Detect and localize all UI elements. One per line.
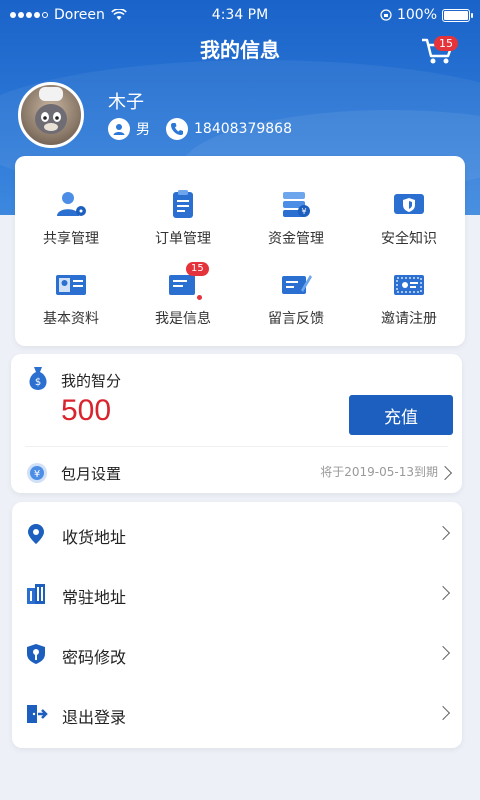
grid-item-invite-register[interactable]: 邀请注册 (353, 270, 465, 328)
money-bag-icon: $ (29, 367, 47, 390)
status-bar: Doreen 4:34 PM 100% (0, 0, 480, 30)
svg-text:$: $ (35, 377, 41, 388)
feedback-icon (279, 270, 313, 300)
chevron-right-icon[interactable] (437, 465, 453, 481)
menu-item-shipping-address[interactable]: 收货地址 (12, 504, 462, 564)
grid-label: 共享管理 (43, 231, 99, 247)
grid-item-messages[interactable]: 15 我是信息 (127, 262, 239, 328)
location-pin-icon (28, 524, 44, 544)
points-value: 500 (61, 394, 112, 427)
grid-item-feedback[interactable]: 留言反馈 (240, 270, 352, 328)
menu-item-logout[interactable]: 退出登录 (12, 684, 462, 744)
grid-item-share-management[interactable]: 共享管理 (15, 190, 127, 248)
battery-percent: 100% (396, 7, 437, 23)
grid-label: 安全知识 (381, 231, 437, 247)
grid-item-security-knowledge[interactable]: 安全知识 (353, 190, 465, 248)
cart-badge: 15 (434, 36, 458, 51)
menu-item-resident-address[interactable]: 常驻地址 (12, 564, 462, 624)
grid-item-basic-profile[interactable]: 基本资料 (15, 270, 127, 328)
avatar-cat-icon (35, 87, 67, 134)
gender-icon (108, 118, 130, 140)
chevron-right-icon (435, 525, 451, 541)
svg-text:¥: ¥ (34, 469, 40, 480)
menu-item-change-password[interactable]: 密码修改 (12, 624, 462, 684)
page-title: 我的信息 (200, 38, 280, 62)
grid-label: 留言反馈 (268, 311, 324, 327)
rotation-lock-icon (380, 9, 392, 21)
password-key-icon (27, 644, 45, 664)
svg-text:¥: ¥ (301, 207, 306, 216)
menu-label: 密码修改 (62, 648, 127, 667)
menu-label: 退出登录 (62, 708, 127, 727)
order-management-icon (166, 190, 200, 220)
grid-label: 邀请注册 (381, 311, 437, 327)
building-icon (27, 584, 45, 604)
function-grid-card: 共享管理 订单管理 ¥ 资金管理 安全知识 基本资料 15 我是信息 留言反馈 … (15, 156, 465, 346)
chevron-right-icon (435, 705, 451, 721)
messages-badge: 15 (186, 262, 209, 276)
user-gender: 男 (136, 122, 150, 138)
grid-label: 资金管理 (268, 231, 324, 247)
divider (25, 446, 448, 447)
grid-item-order-management[interactable]: 订单管理 (127, 190, 239, 248)
yen-circle-icon: ¥ (27, 463, 47, 483)
expire-date: 将于2019-05-13到期 (320, 465, 438, 479)
chevron-right-icon (435, 645, 451, 661)
user-phone: 18408379868 (194, 121, 292, 137)
settings-list-card: 收货地址 常驻地址 密码修改 退出登录 (12, 502, 462, 748)
chevron-right-icon (435, 585, 451, 601)
fund-management-icon: ¥ (279, 190, 313, 220)
user-info-row: 男 18408379868 (108, 118, 292, 140)
menu-label: 常驻地址 (62, 588, 127, 607)
phone-icon (166, 118, 188, 140)
points-card: $ 我的智分 500 充值 ¥ 包月设置 将于2019-05-13到期 (11, 354, 462, 493)
grid-label: 订单管理 (155, 231, 211, 247)
user-name: 木子 (108, 92, 144, 113)
grid-label: 我是信息 (155, 311, 211, 327)
profile-card-icon (54, 270, 88, 300)
messages-icon: 15 (166, 262, 209, 300)
grid-label: 基本资料 (43, 311, 99, 327)
monthly-settings-label[interactable]: 包月设置 (61, 463, 121, 484)
recharge-button[interactable]: 充值 (349, 395, 453, 435)
unread-dot (197, 295, 202, 300)
avatar[interactable] (18, 82, 84, 148)
points-title: 我的智分 (61, 372, 122, 390)
security-knowledge-icon (392, 190, 426, 220)
logout-icon (27, 705, 48, 723)
battery-icon (442, 8, 473, 22)
invite-register-icon (392, 270, 426, 300)
share-management-icon (54, 190, 88, 220)
grid-item-fund-management[interactable]: ¥ 资金管理 (240, 190, 352, 248)
menu-label: 收货地址 (62, 528, 127, 547)
